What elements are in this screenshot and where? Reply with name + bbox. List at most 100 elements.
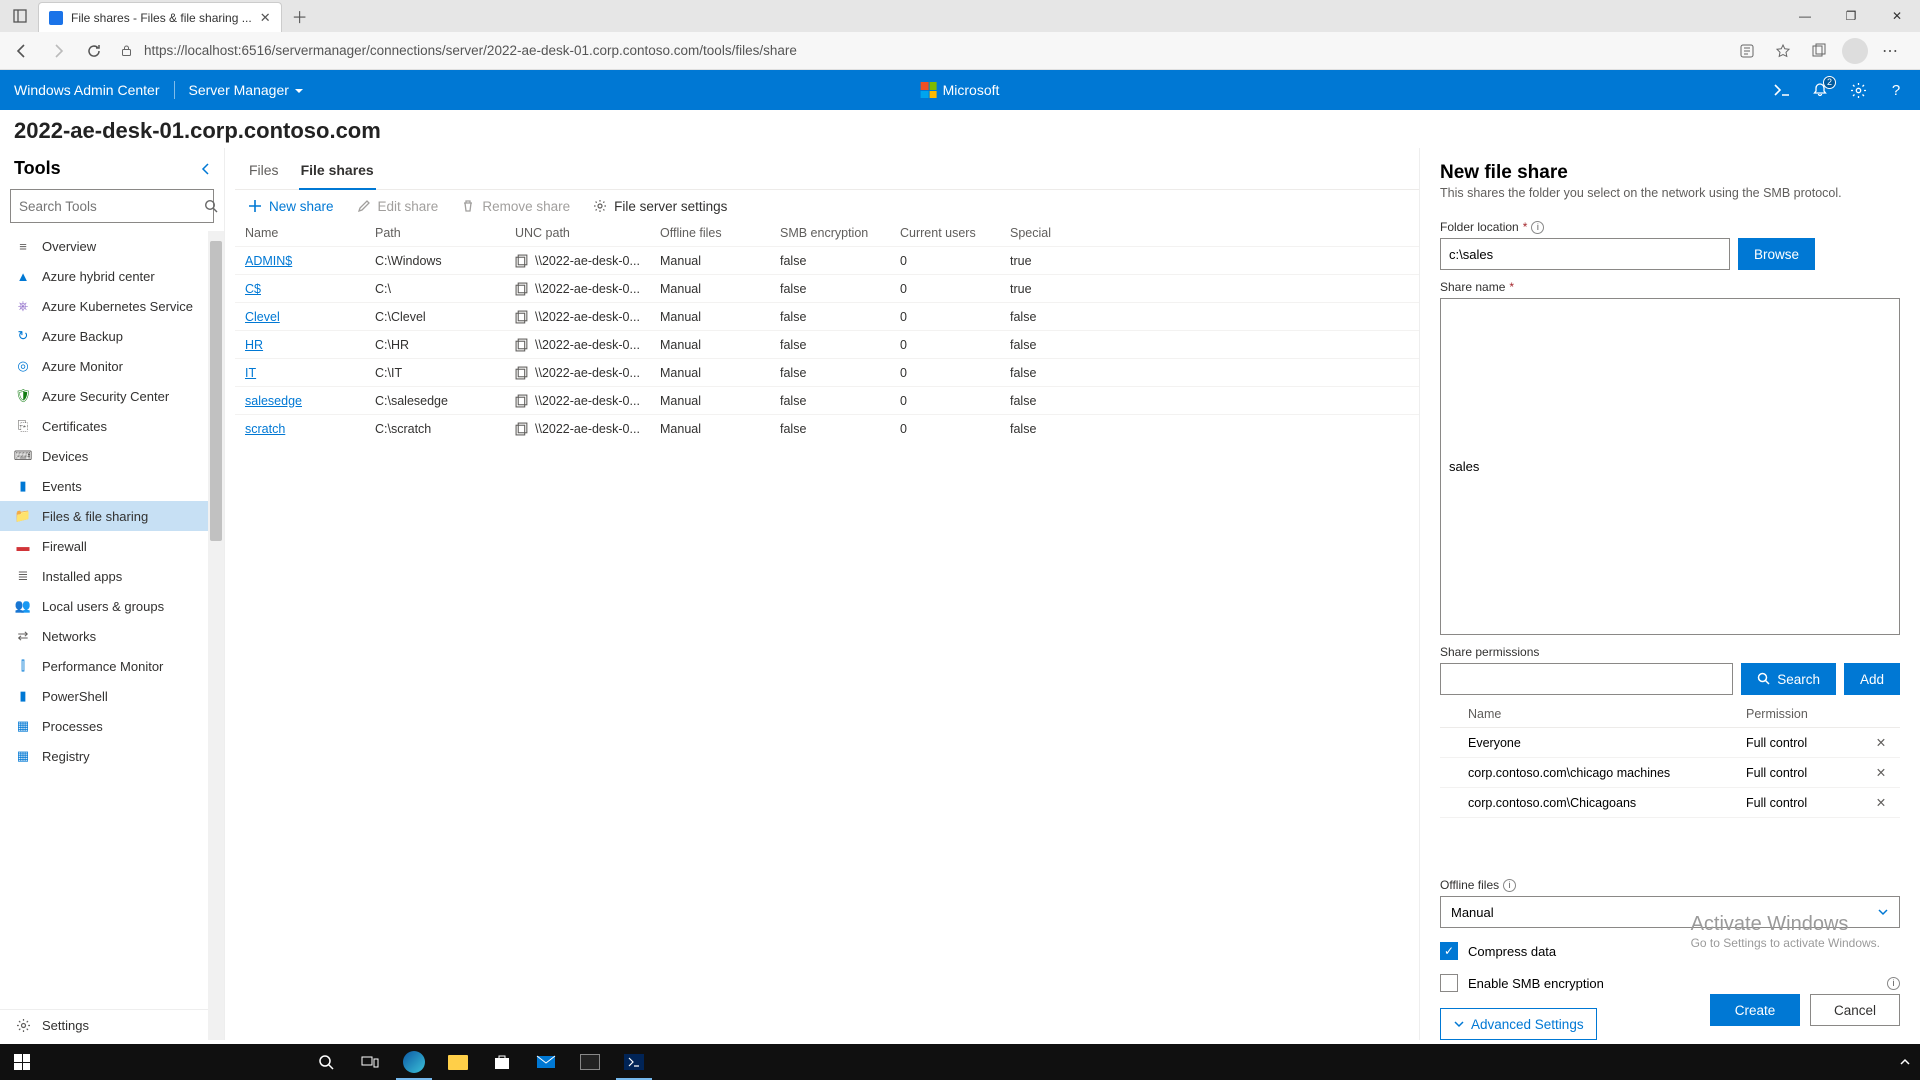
info-icon[interactable]: i [1887, 977, 1900, 990]
tab-files[interactable]: Files [247, 156, 281, 189]
profile-avatar[interactable] [1842, 38, 1868, 64]
info-icon[interactable]: i [1531, 221, 1544, 234]
window-maximize-button[interactable]: ❐ [1828, 0, 1874, 32]
help-icon[interactable]: ? [1886, 80, 1906, 100]
table-row[interactable]: IT C:\IT \\2022-ae-desk-0... Manual fals… [235, 358, 1419, 386]
advanced-settings-button[interactable]: Advanced Settings [1440, 1008, 1597, 1040]
file-server-settings-button[interactable]: File server settings [592, 198, 727, 214]
sidebar-item-networks[interactable]: ⇄Networks [0, 621, 208, 651]
sidebar-item-installed-apps[interactable]: ≣Installed apps [0, 561, 208, 591]
remove-permission-icon[interactable]: ✕ [1866, 735, 1896, 750]
share-name-link[interactable]: HR [245, 338, 263, 352]
task-cmd-button[interactable] [568, 1044, 612, 1080]
table-row[interactable]: ADMIN$ C:\Windows \\2022-ae-desk-0... Ma… [235, 246, 1419, 274]
table-row[interactable]: scratch C:\scratch \\2022-ae-desk-0... M… [235, 414, 1419, 442]
collapse-tools-icon[interactable] [200, 163, 212, 175]
sidebar-item-devices[interactable]: ⌨Devices [0, 441, 208, 471]
col-users[interactable]: Current users [900, 226, 1010, 240]
permission-search-button[interactable]: Search [1741, 663, 1836, 695]
nav-back-button[interactable] [8, 37, 36, 65]
sidebar-item-azure-security-center[interactable]: 🛡Azure Security Center [0, 381, 208, 411]
new-tab-button[interactable]: ＋ [286, 2, 314, 30]
sidebar-item-azure-hybrid-center[interactable]: ▲Azure hybrid center [0, 261, 208, 291]
tools-search-input[interactable] [11, 199, 204, 214]
settings-gear-icon[interactable] [1848, 80, 1868, 100]
nav-forward-button[interactable] [44, 37, 72, 65]
search-icon[interactable] [204, 199, 219, 214]
wac-brand[interactable]: Windows Admin Center [14, 82, 160, 98]
sidebar-item-events[interactable]: ▮Events [0, 471, 208, 501]
smb-encryption-checkbox-row[interactable]: Enable SMB encryption i [1440, 974, 1900, 992]
permission-add-button[interactable]: Add [1844, 663, 1900, 695]
info-icon[interactable]: i [1503, 879, 1516, 892]
permission-search-input[interactable] [1440, 663, 1733, 695]
create-button[interactable]: Create [1710, 994, 1800, 1026]
tool-settings[interactable]: Settings [0, 1009, 208, 1040]
sidebar-item-azure-kubernetes-service[interactable]: ⎈Azure Kubernetes Service [0, 291, 208, 321]
edit-share-button[interactable]: Edit share [356, 198, 439, 214]
copy-icon[interactable] [515, 254, 529, 268]
sidebar-item-firewall[interactable]: ▬Firewall [0, 531, 208, 561]
task-edge-button[interactable] [392, 1044, 436, 1080]
table-row[interactable]: C$ C:\ \\2022-ae-desk-0... Manual false … [235, 274, 1419, 302]
table-row[interactable]: Clevel C:\Clevel \\2022-ae-desk-0... Man… [235, 302, 1419, 330]
tab-file-shares[interactable]: File shares [299, 156, 376, 190]
copy-icon[interactable] [515, 422, 529, 436]
nav-refresh-button[interactable] [80, 37, 108, 65]
col-name[interactable]: Name [245, 226, 375, 240]
permission-row[interactable]: corp.contoso.com\ChicagoansFull control✕ [1440, 788, 1900, 818]
sidebar-item-azure-monitor[interactable]: ◎Azure Monitor [0, 351, 208, 381]
col-unc[interactable]: UNC path [515, 226, 660, 240]
window-minimize-button[interactable]: ― [1782, 0, 1828, 32]
copy-icon[interactable] [515, 310, 529, 324]
collections-icon[interactable] [1806, 38, 1832, 64]
smb-encryption-checkbox[interactable] [1440, 974, 1458, 992]
col-path[interactable]: Path [375, 226, 515, 240]
folder-location-input[interactable] [1440, 238, 1730, 270]
site-lock-icon[interactable] [116, 44, 136, 57]
context-switcher[interactable]: Server Manager [189, 82, 303, 98]
table-row[interactable]: salesedge C:\salesedge \\2022-ae-desk-0.… [235, 386, 1419, 414]
task-explorer-button[interactable] [436, 1044, 480, 1080]
start-button[interactable] [0, 1044, 44, 1080]
notifications-icon[interactable]: 2 [1810, 80, 1830, 100]
task-search-button[interactable] [304, 1044, 348, 1080]
share-name-link[interactable]: C$ [245, 282, 261, 296]
task-powershell-button[interactable] [612, 1044, 656, 1080]
remove-share-button[interactable]: Remove share [460, 198, 570, 214]
sidebar-item-overview[interactable]: ≡Overview [0, 231, 208, 261]
sidebar-item-powershell[interactable]: ▮PowerShell [0, 681, 208, 711]
menu-button[interactable]: ⋯ [1878, 38, 1904, 64]
browse-button[interactable]: Browse [1738, 238, 1815, 270]
sidebar-item-registry[interactable]: ▦Registry [0, 741, 208, 771]
favorite-icon[interactable] [1770, 38, 1796, 64]
col-offline[interactable]: Offline files [660, 226, 780, 240]
task-taskview-button[interactable] [348, 1044, 392, 1080]
col-special[interactable]: Special [1010, 226, 1090, 240]
tools-search[interactable] [10, 189, 214, 223]
tab-actions-button[interactable] [6, 2, 34, 30]
powershell-icon[interactable] [1772, 80, 1792, 100]
col-smb[interactable]: SMB encryption [780, 226, 900, 240]
tools-scrollbar[interactable] [208, 231, 224, 1040]
tray-overflow-button[interactable] [1890, 1044, 1920, 1080]
copy-icon[interactable] [515, 282, 529, 296]
task-store-button[interactable] [480, 1044, 524, 1080]
window-close-button[interactable]: ✕ [1874, 0, 1920, 32]
sidebar-item-files-file-sharing[interactable]: 📁Files & file sharing [0, 501, 208, 531]
share-name-link[interactable]: salesedge [245, 394, 302, 408]
permission-row[interactable]: EveryoneFull control✕ [1440, 728, 1900, 758]
copy-icon[interactable] [515, 338, 529, 352]
remove-permission-icon[interactable]: ✕ [1866, 795, 1896, 810]
url-text[interactable]: https://localhost:6516/servermanager/con… [144, 43, 1726, 58]
remove-permission-icon[interactable]: ✕ [1866, 765, 1896, 780]
share-name-link[interactable]: IT [245, 366, 256, 380]
compress-checkbox[interactable]: ✓ [1440, 942, 1458, 960]
reader-icon[interactable] [1734, 38, 1760, 64]
sidebar-item-azure-backup[interactable]: ↻Azure Backup [0, 321, 208, 351]
share-name-link[interactable]: Clevel [245, 310, 280, 324]
cancel-button[interactable]: Cancel [1810, 994, 1900, 1026]
copy-icon[interactable] [515, 366, 529, 380]
copy-icon[interactable] [515, 394, 529, 408]
sidebar-item-certificates[interactable]: ⎘Certificates [0, 411, 208, 441]
